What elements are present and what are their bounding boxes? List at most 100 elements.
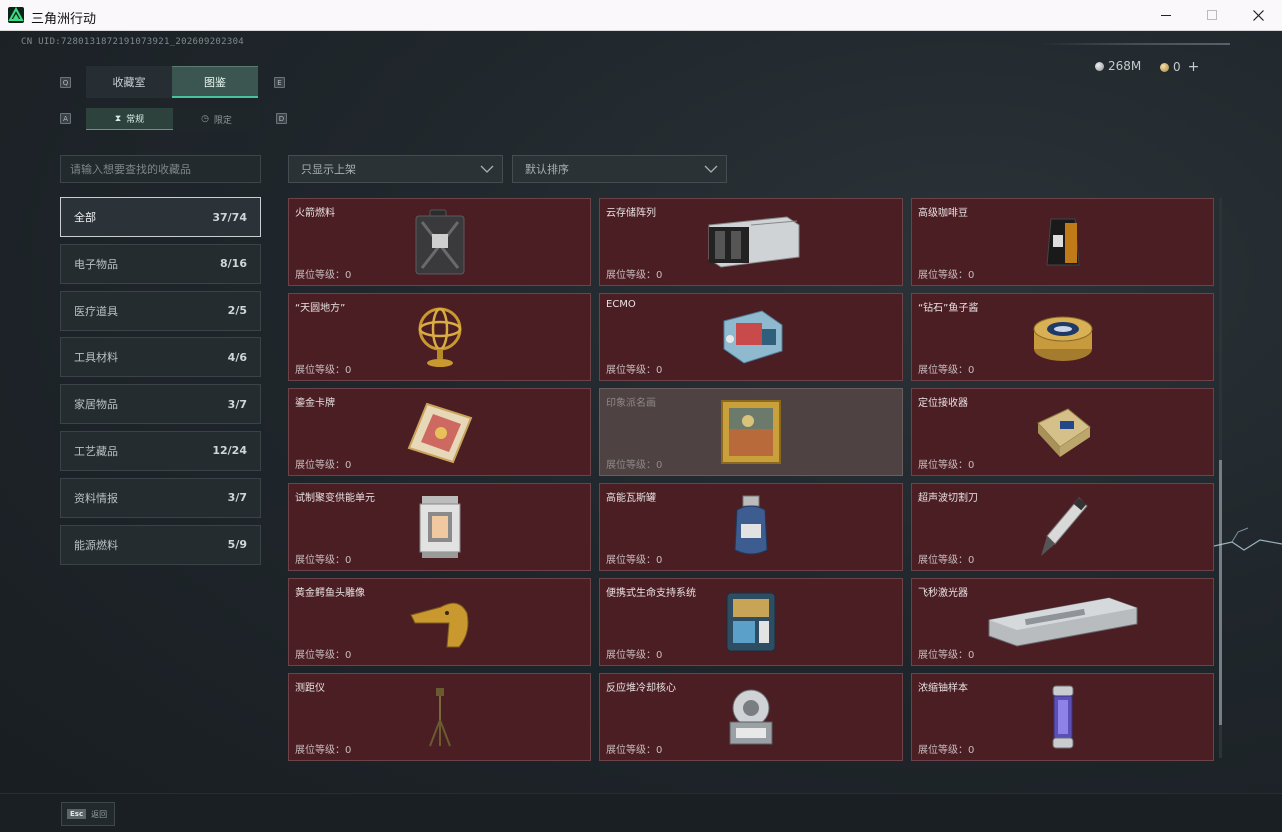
category-tools[interactable]: 工具材料 4/6 — [60, 337, 261, 378]
search-input[interactable] — [60, 155, 261, 183]
item-name: 定位接收器 — [918, 398, 968, 409]
item-name: 试制聚变供能单元 — [295, 493, 375, 504]
uid-label: CN UID:7280131872191073921_202609202304 — [21, 37, 245, 47]
item-card[interactable]: 便携式生命支持系统 展位等级：0 — [599, 578, 903, 666]
category-label: 全部 — [74, 211, 96, 224]
item-level: 展位等级：0 — [295, 460, 352, 471]
silver-coin-icon — [1095, 61, 1104, 71]
back-label: 返回 — [91, 809, 108, 819]
item-card[interactable]: 浓缩铀样本 展位等级：0 — [911, 673, 1214, 761]
gold-coin-icon — [1160, 62, 1169, 72]
item-level: 展位等级：0 — [918, 270, 975, 281]
item-name: “钻石”鱼子酱 — [918, 303, 979, 314]
category-count: 3/7 — [227, 491, 247, 505]
category-count: 5/9 — [227, 538, 247, 552]
app-logo-icon — [8, 7, 24, 23]
category-label: 工艺藏品 — [74, 444, 118, 458]
back-button[interactable]: Esc 返回 — [61, 802, 115, 826]
ecmo-machine-icon — [716, 307, 786, 367]
silver-currency: 268M — [1095, 59, 1141, 73]
cutter-knife-icon — [1035, 494, 1091, 560]
fuel-can-icon — [412, 208, 468, 276]
close-icon[interactable] — [1235, 0, 1281, 31]
main-tabs: 收藏室 图鉴 — [86, 66, 259, 98]
crack-decor-icon — [1214, 527, 1282, 551]
category-label: 医疗道具 — [74, 304, 118, 318]
sort-value: 默认排序 — [525, 163, 569, 176]
item-level: 展位等级：0 — [295, 270, 352, 281]
item-level: 展位等级：0 — [606, 745, 663, 756]
item-name: ECMO — [606, 299, 636, 310]
item-card[interactable]: 高能瓦斯罐 展位等级：0 — [599, 483, 903, 571]
item-card[interactable]: 黄金鳄鱼头雕像 展位等级：0 — [288, 578, 591, 666]
item-card[interactable]: 定位接收器 展位等级：0 — [911, 388, 1214, 476]
item-card[interactable]: 云存储阵列 展位等级：0 — [599, 198, 903, 286]
item-card[interactable]: 反应堆冷却核心 展位等级：0 — [599, 673, 903, 761]
category-count: 12/24 — [212, 444, 247, 458]
tab-codex[interactable]: 图鉴 — [172, 66, 258, 98]
sort-dropdown[interactable]: 默认排序 — [512, 155, 727, 183]
uranium-capsule-icon — [1048, 684, 1078, 750]
minimize-icon[interactable] — [1143, 0, 1189, 31]
window-title: 三角洲行动 — [31, 12, 97, 27]
item-level: 展位等级：0 — [606, 555, 663, 566]
subtab-limited[interactable]: ◷ 限定 — [173, 108, 260, 130]
grid-scrollbar[interactable] — [1219, 198, 1222, 758]
item-card[interactable]: “钻石”鱼子酱 展位等级：0 — [911, 293, 1214, 381]
subtab-regular-label: 常规 — [126, 115, 145, 125]
category-count: 8/16 — [220, 257, 247, 271]
add-currency-button[interactable]: + — [1188, 59, 1200, 75]
coffee-bag-icon — [1043, 215, 1083, 269]
chevron-down-icon — [480, 163, 494, 176]
item-card[interactable]: 火箭燃料 展位等级：0 — [288, 198, 591, 286]
tab-collection-room[interactable]: 收藏室 — [86, 66, 172, 98]
category-all[interactable]: 全部 37/74 — [60, 197, 261, 237]
laser-case-icon — [985, 594, 1141, 650]
category-count: 3/7 — [227, 397, 247, 411]
item-name: “天圆地方” — [295, 303, 346, 314]
category-crafts[interactable]: 工艺藏品 12/24 — [60, 430, 261, 471]
item-name: 测距仪 — [295, 683, 325, 694]
item-level: 展位等级：0 — [918, 650, 975, 661]
item-name: 飞秒激光器 — [918, 588, 968, 599]
item-card[interactable]: 试制聚变供能单元 展位等级：0 — [288, 483, 591, 571]
category-household[interactable]: 家居物品 3/7 — [60, 384, 261, 425]
window-titlebar: 三角洲行动 — [0, 0, 1282, 31]
item-level: 展位等级：0 — [295, 365, 352, 376]
caviar-tin-icon — [1032, 309, 1094, 365]
hourglass-icon: ⧗ — [114, 113, 122, 124]
fusion-unit-icon — [416, 494, 464, 560]
item-card[interactable]: “天圆地方” 展位等级：0 — [288, 293, 591, 381]
item-card-locked[interactable]: 印象派名画 展位等级：0 — [599, 388, 903, 476]
item-name: 云存储阵列 — [606, 208, 656, 219]
category-list: 全部 37/74 电子物品 8/16 医疗道具 2/5 工具材料 4/6 家居物品 3/7… — [60, 197, 261, 571]
item-card[interactable]: 测距仪 展位等级：0 — [288, 673, 591, 761]
item-level: 展位等级：0 — [606, 270, 663, 281]
key-hint-a: A — [60, 113, 71, 124]
item-card[interactable]: 鎏金卡牌 展位等级：0 — [288, 388, 591, 476]
esc-key-hint: Esc — [67, 809, 87, 819]
category-energy[interactable]: 能源燃料 5/9 — [60, 524, 261, 565]
gold-amount: 0 — [1173, 60, 1181, 74]
item-card[interactable]: 飞秒激光器 展位等级：0 — [911, 578, 1214, 666]
category-label: 工具材料 — [74, 351, 118, 365]
key-hint-d: D — [276, 113, 287, 124]
item-card[interactable]: 超声波切割刀 展位等级：0 — [911, 483, 1214, 571]
item-level: 展位等级：0 — [606, 460, 663, 471]
category-label: 资料情报 — [74, 491, 118, 505]
gold-card-icon — [405, 400, 475, 464]
item-level: 展位等级：0 — [918, 555, 975, 566]
item-name: 超声波切割刀 — [918, 493, 978, 504]
item-card[interactable]: 高级咖啡豆 展位等级：0 — [911, 198, 1214, 286]
item-name: 印象派名画 — [606, 398, 656, 409]
item-level: 展位等级：0 — [918, 460, 975, 471]
display-filter-dropdown[interactable]: 只显示上架 — [288, 155, 503, 183]
subtab-regular[interactable]: ⧗ 常规 — [86, 108, 173, 130]
item-grid: 火箭燃料 展位等级：0 云存储阵列 展位等级：0 高级咖啡豆 展位等级：0 “天… — [288, 198, 1214, 761]
maximize-icon[interactable] — [1189, 0, 1235, 31]
category-electronics[interactable]: 电子物品 8/16 — [60, 243, 261, 284]
scrollbar-thumb[interactable] — [1219, 460, 1222, 725]
category-intel[interactable]: 资料情报 3/7 — [60, 477, 261, 518]
category-medical[interactable]: 医疗道具 2/5 — [60, 290, 261, 331]
item-card[interactable]: ECMO 展位等级：0 — [599, 293, 903, 381]
